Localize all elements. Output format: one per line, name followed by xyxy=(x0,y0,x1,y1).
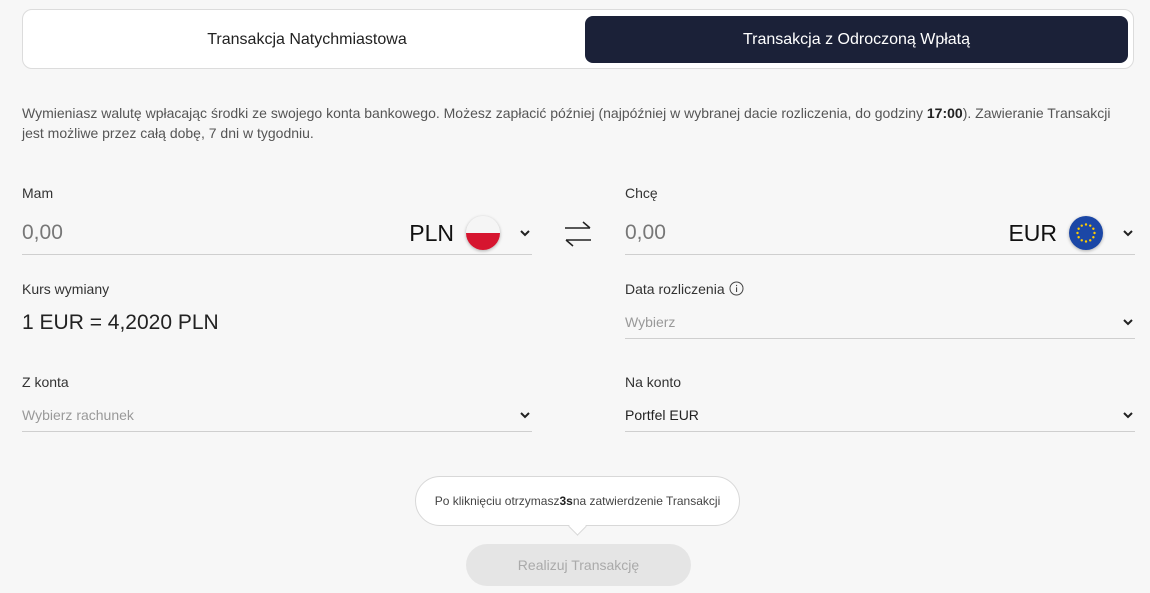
have-currency-code[interactable]: PLN xyxy=(409,220,454,247)
transaction-type-tabs: Transakcja Natychmiastowa Transakcja z O… xyxy=(22,9,1134,69)
poland-flag-icon xyxy=(466,216,500,250)
exchange-rate-label: Kurs wymiany xyxy=(22,281,110,297)
description-text: Wymieniasz walutę wpłacając środki ze sw… xyxy=(22,105,1111,141)
want-amount-field: 0,00 EUR xyxy=(625,212,1135,255)
settlement-date-placeholder: Wybierz xyxy=(625,314,676,330)
to-account-label: Na konto xyxy=(625,374,682,390)
chevron-down-icon[interactable] xyxy=(1121,226,1135,240)
chevron-down-icon xyxy=(518,408,532,422)
to-account-value: Portfel EUR xyxy=(625,407,699,423)
chevron-down-icon[interactable] xyxy=(518,226,532,240)
submit-transaction-button[interactable]: Realizuj Transakcję xyxy=(466,544,691,586)
have-label: Mam xyxy=(22,185,54,201)
info-icon[interactable] xyxy=(729,281,744,299)
settlement-date-label: Data rozliczenia xyxy=(625,281,744,299)
from-account-placeholder: Wybierz rachunek xyxy=(22,407,134,423)
want-currency-code[interactable]: EUR xyxy=(1008,220,1057,247)
eu-flag-icon xyxy=(1069,216,1103,250)
from-account-select[interactable]: Wybierz rachunek xyxy=(22,399,532,432)
exchange-rate-value: 1 EUR = 4,2020 PLN xyxy=(22,311,219,334)
have-amount-input[interactable]: 0,00 xyxy=(22,221,409,245)
chevron-down-icon xyxy=(1121,315,1135,329)
chevron-down-icon xyxy=(1121,408,1135,422)
to-account-select[interactable]: Portfel EUR xyxy=(625,399,1135,432)
tab-instant-transaction[interactable]: Transakcja Natychmiastowa xyxy=(29,16,585,63)
want-amount-input[interactable]: 0,00 xyxy=(625,221,1008,245)
tab-deferred-payment-transaction[interactable]: Transakcja z Odroczoną Wpłatą xyxy=(585,16,1128,63)
swap-arrows-icon[interactable] xyxy=(561,219,595,249)
have-amount-field: 0,00 PLN xyxy=(22,212,532,255)
want-label: Chcę xyxy=(625,185,658,201)
from-account-label: Z konta xyxy=(22,374,69,390)
settlement-date-select[interactable]: Wybierz xyxy=(625,306,1135,339)
